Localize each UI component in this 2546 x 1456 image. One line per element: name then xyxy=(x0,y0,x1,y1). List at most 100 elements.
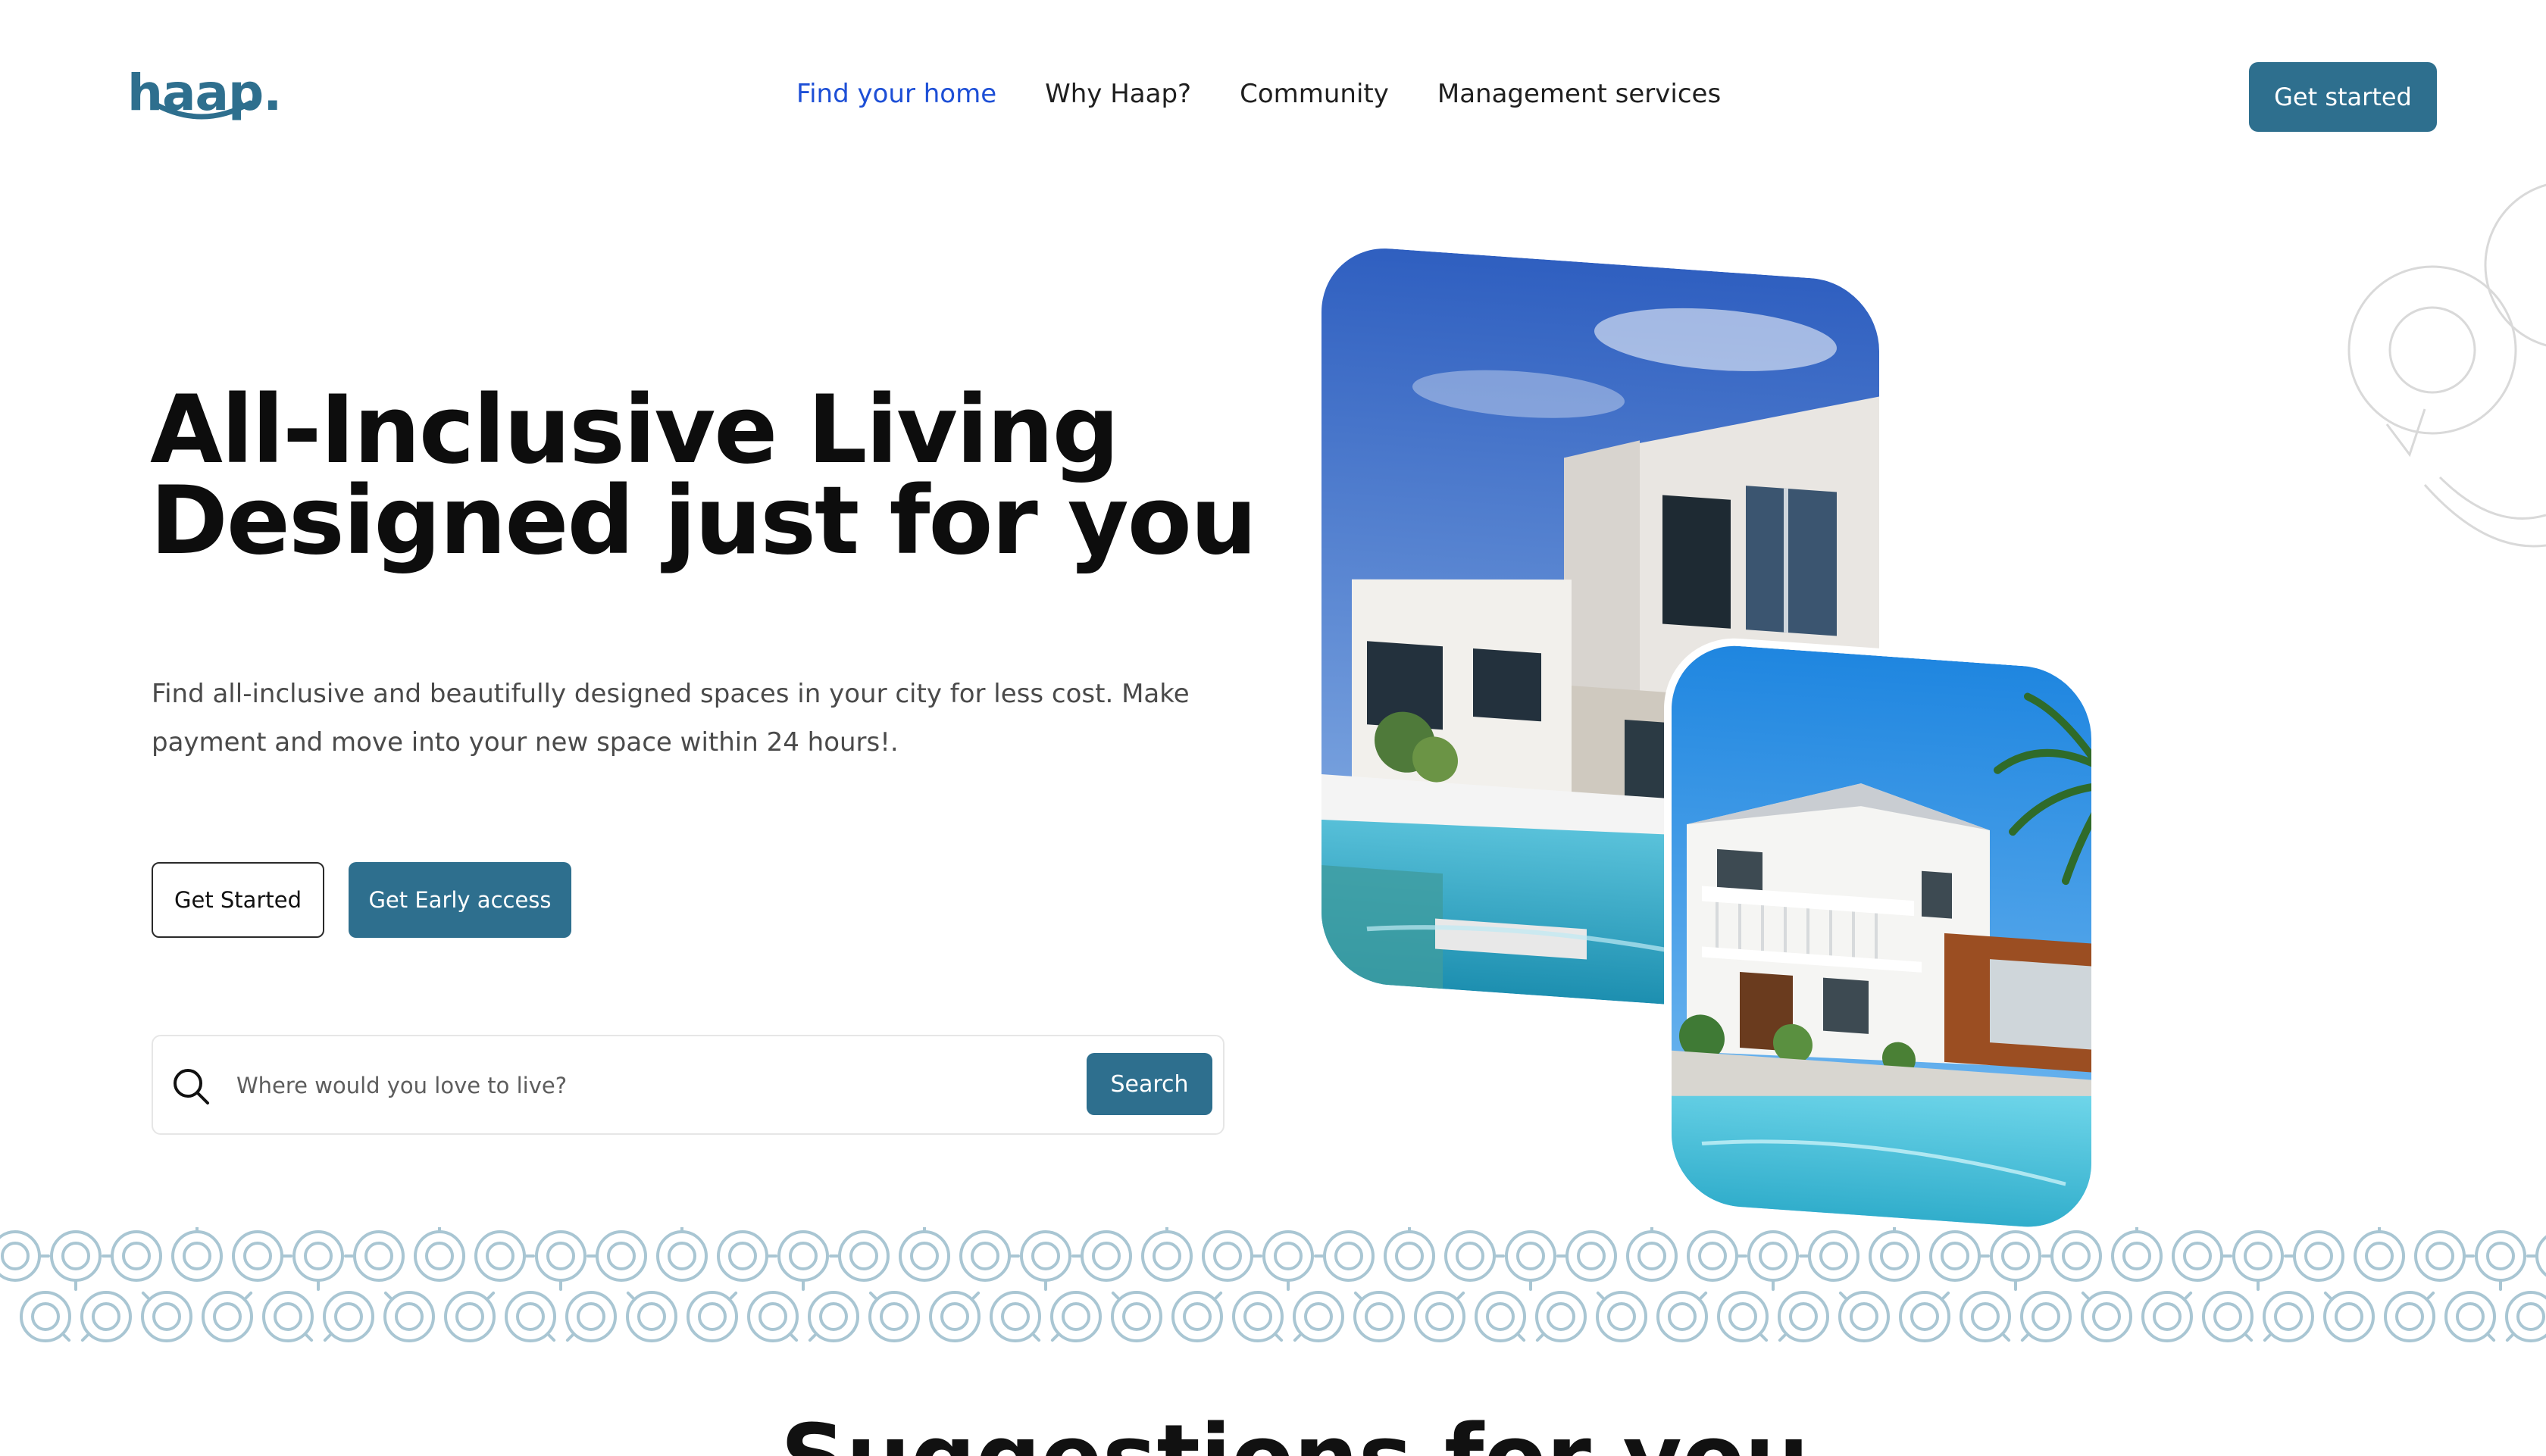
pattern-ring-icon xyxy=(1596,1291,1647,1342)
pattern-ring-icon xyxy=(1050,1291,1102,1342)
pattern-ring-icon xyxy=(1414,1291,1465,1342)
pattern-ring-icon xyxy=(1556,1230,1617,1282)
pattern-ring-icon xyxy=(2020,1291,2072,1342)
suggestions-title: Suggestions for you xyxy=(780,1406,1809,1456)
pattern-ring-icon xyxy=(1232,1291,1284,1342)
pattern-ring-icon xyxy=(232,1230,292,1282)
pattern-ring-icon xyxy=(1778,1291,1829,1342)
pattern-ring-icon xyxy=(2505,1291,2546,1342)
pattern-ring-icon xyxy=(20,1291,71,1342)
pattern-ring-icon xyxy=(505,1291,556,1342)
pattern-ring-icon xyxy=(1929,1230,1990,1282)
pattern-ring-icon xyxy=(2081,1291,2132,1342)
search-bar: Search xyxy=(152,1035,1225,1135)
pattern-ring-icon xyxy=(344,1230,405,1282)
pattern-ring-icon xyxy=(868,1291,920,1342)
pattern-ring-icon xyxy=(1869,1227,1920,1282)
pattern-ring-icon xyxy=(1262,1230,1314,1291)
pattern-ring-icon xyxy=(656,1227,708,1282)
pattern-ring-icon xyxy=(1141,1227,1193,1282)
pattern-ring-icon xyxy=(829,1230,890,1282)
pattern-ring-icon xyxy=(2141,1291,2193,1342)
pattern-ring-icon xyxy=(1314,1230,1375,1282)
pattern-ring-icon xyxy=(899,1227,950,1282)
pattern-ring-icon xyxy=(1171,1291,1223,1342)
pattern-ring-icon xyxy=(535,1230,586,1291)
get-started-button[interactable]: Get Started xyxy=(152,862,324,938)
pattern-ring-icon xyxy=(929,1291,981,1342)
pattern-ring-icon xyxy=(808,1291,859,1342)
pattern-ring-icon xyxy=(1717,1291,1769,1342)
pattern-ring-icon xyxy=(1960,1291,2011,1342)
pattern-ring-icon xyxy=(1444,1230,1505,1282)
pattern-ring-icon xyxy=(50,1230,102,1291)
pattern-ring-icon xyxy=(2444,1291,2496,1342)
pattern-ring-icon xyxy=(2172,1230,2232,1282)
pattern-ring-icon xyxy=(2323,1291,2375,1342)
pattern-ring-icon xyxy=(1990,1230,2041,1291)
pattern-ring-icon xyxy=(414,1227,465,1282)
pattern-ring-icon xyxy=(1505,1230,1556,1291)
pattern-ring-icon xyxy=(1687,1230,1747,1282)
pattern-ring-icon xyxy=(474,1230,535,1282)
pattern-ring-icon xyxy=(444,1291,496,1342)
nav-find-your-home[interactable]: Find your home xyxy=(796,79,996,109)
logo-smile-icon xyxy=(150,100,253,120)
get-started-header-button[interactable]: Get started xyxy=(2249,62,2437,132)
pattern-ring-icon xyxy=(1020,1230,1071,1291)
pattern-ring-icon xyxy=(959,1230,1020,1282)
pattern-ring-icon xyxy=(171,1227,223,1282)
search-input[interactable] xyxy=(236,1059,994,1112)
pattern-ring-icon xyxy=(1071,1230,1132,1282)
pattern-ring-icon xyxy=(1202,1230,1262,1282)
pattern-ring-icon xyxy=(1899,1291,1950,1342)
pattern-ring-icon xyxy=(292,1230,344,1291)
hero-title-line-1: All-Inclusive Living xyxy=(150,376,1119,485)
pattern-ring-icon xyxy=(586,1230,647,1282)
nav-why-haap[interactable]: Why Haap? xyxy=(1045,79,1191,109)
pattern-ring-icon xyxy=(565,1291,617,1342)
pattern-ring-icon xyxy=(0,1230,50,1282)
pattern-ring-icon xyxy=(747,1291,799,1342)
pattern-ring-icon xyxy=(1293,1291,1344,1342)
pattern-ring-icon xyxy=(990,1291,1041,1342)
main-nav: Find your home Why Haap? Community Manag… xyxy=(796,79,1769,109)
decorative-ring-graphic xyxy=(2347,183,2546,548)
pattern-ring-icon xyxy=(383,1291,435,1342)
pattern-ring-icon xyxy=(777,1230,829,1291)
hero-title-line-2: Designed just for you xyxy=(150,467,1257,576)
pattern-ring-icon xyxy=(2284,1230,2344,1282)
nav-management-services[interactable]: Management services xyxy=(1437,79,1721,109)
pattern-ring-icon xyxy=(2041,1230,2102,1282)
pattern-ring-icon xyxy=(1799,1230,1859,1282)
pattern-ring-icon xyxy=(2384,1291,2435,1342)
pattern-ring-icon xyxy=(626,1291,677,1342)
pattern-ring-icon xyxy=(1111,1291,1162,1342)
hero-subtitle: Find all-inclusive and beautifully desig… xyxy=(152,679,1190,758)
pattern-ring-icon xyxy=(323,1291,374,1342)
pattern-ring-icon xyxy=(1838,1291,1890,1342)
pattern-ring-icon xyxy=(1353,1291,1405,1342)
pattern-ring-icon xyxy=(2232,1230,2284,1291)
pattern-ring-icon xyxy=(1384,1227,1435,1282)
pattern-ring-icon xyxy=(1475,1291,1526,1342)
pattern-ring-icon xyxy=(2414,1230,2475,1282)
get-early-access-button[interactable]: Get Early access xyxy=(349,862,571,938)
decorative-pattern-band xyxy=(0,1227,2546,1342)
pattern-ring-icon xyxy=(80,1291,132,1342)
pattern-ring-icon xyxy=(1747,1230,1799,1291)
pattern-ring-icon xyxy=(141,1291,192,1342)
pattern-ring-icon xyxy=(1656,1291,1708,1342)
colonial-house-image xyxy=(1672,641,2099,1240)
pattern-ring-icon xyxy=(202,1291,253,1342)
nav-community[interactable]: Community xyxy=(1240,79,1389,109)
pattern-ring-icon xyxy=(262,1291,314,1342)
pattern-ring-icon xyxy=(1535,1291,1587,1342)
search-button[interactable]: Search xyxy=(1087,1053,1212,1115)
pattern-ring-icon xyxy=(687,1291,738,1342)
pattern-ring-icon xyxy=(102,1230,162,1282)
pattern-ring-icon xyxy=(2263,1291,2314,1342)
pattern-ring-icon xyxy=(2202,1291,2254,1342)
pattern-ring-icon xyxy=(717,1230,777,1282)
hero-title: All-Inclusive Living Designed just for y… xyxy=(150,376,1257,576)
